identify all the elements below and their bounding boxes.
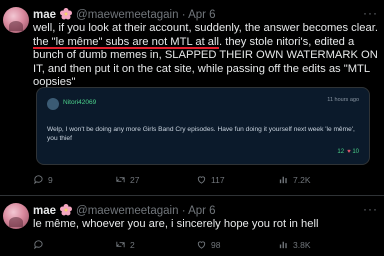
separator-dot: · (181, 9, 186, 21)
separator-dot: · (181, 205, 186, 217)
author-handle[interactable]: @maewemeetagain (76, 9, 178, 21)
post-header: mae @maewemeetagain · Apr 6 (33, 8, 216, 22)
heart-icon (197, 241, 206, 249)
post-text-highlight: the "le même" subs are not MTL at all (33, 35, 219, 48)
embedded-screenshot[interactable]: Nitori42069 11 hours ago Welp, I won't b… (36, 87, 370, 165)
quote-timestamp: 11 hours ago (327, 97, 359, 103)
avatar[interactable] (3, 7, 29, 33)
action-bar: 9 27 117 7.2K (33, 173, 378, 187)
reply-icon (34, 240, 43, 250)
views-count: 7.2K (293, 175, 311, 185)
quote-author-name: Nitori42069 (63, 99, 97, 106)
views-icon (279, 241, 287, 249)
views-icon (279, 176, 287, 184)
reply-button[interactable]: 9 (33, 173, 53, 187)
post-text: well, if you look at their account, sudd… (33, 22, 378, 90)
like-button[interactable]: 117 (196, 173, 225, 187)
like-count: 117 (211, 175, 225, 185)
more-dots-icon[interactable]: ··· (363, 6, 378, 20)
author-name[interactable]: mae (33, 205, 56, 217)
quote-reaction-count: 12 (337, 149, 345, 155)
post-divider (0, 195, 384, 196)
repost-count: 2 (130, 240, 135, 250)
post-header: mae @maewemeetagain · Apr 6 (33, 204, 216, 218)
repost-button[interactable]: 2 (115, 238, 135, 252)
post-date[interactable]: Apr 6 (188, 9, 216, 21)
heart-icon (197, 176, 206, 184)
like-button[interactable]: 98 (196, 238, 220, 252)
views-button[interactable]: 7.2K (278, 173, 311, 187)
quote-avatar (47, 98, 59, 110)
quote-reactions: 12 ♥ 10 (337, 149, 359, 155)
cherry-blossom-icon (60, 204, 73, 216)
heart-reaction-icon: ♥ (347, 149, 351, 155)
author-handle[interactable]: @maewemeetagain (76, 205, 178, 217)
repost-button[interactable]: 27 (115, 173, 139, 187)
post-date[interactable]: Apr 6 (188, 205, 216, 217)
reply-icon (34, 175, 43, 185)
action-bar: 2 98 3.8K (33, 238, 378, 252)
repost-icon (116, 176, 125, 183)
quote-text: Welp, I won't be doing any more Girls Ba… (47, 126, 355, 142)
repost-icon (116, 241, 125, 248)
more-dots-icon[interactable]: ··· (363, 202, 378, 216)
views-count: 3.8K (293, 240, 311, 250)
post-text-part-1: well, if you look at their account, sudd… (33, 22, 378, 34)
post-text: le même, whoever you are, i sincerely ho… (33, 218, 319, 230)
author-name[interactable]: mae (33, 9, 56, 21)
repost-count: 27 (130, 175, 140, 185)
avatar[interactable] (3, 203, 29, 229)
views-button[interactable]: 3.8K (278, 238, 311, 252)
quote-reaction-count-2: 10 (352, 149, 359, 155)
like-count: 98 (211, 240, 221, 250)
reply-count: 9 (48, 175, 53, 185)
reply-button[interactable] (33, 238, 48, 252)
cherry-blossom-icon (60, 8, 73, 20)
